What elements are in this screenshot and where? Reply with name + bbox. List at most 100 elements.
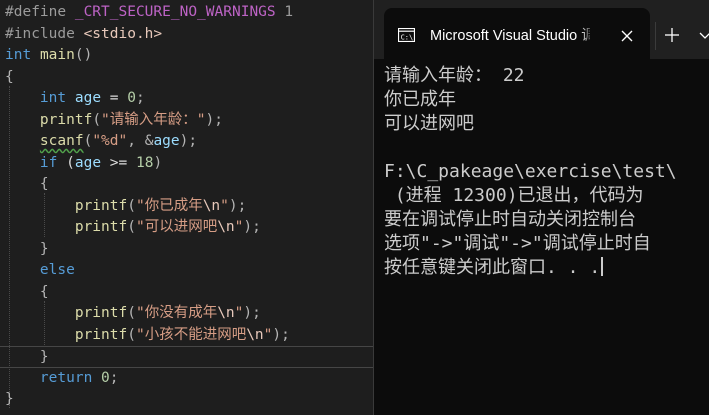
console-line: (进程 12300)已退出，代码为 [384,185,644,206]
code-token: 18 [135,154,154,171]
code-token: , [127,133,145,149]
code-line-text: int main() [5,45,92,67]
terminal-icon: C:\ [398,28,415,42]
code-line-text: printf("你已成年\n"); [5,196,247,218]
code-token: ); [243,219,261,235]
tab-title-fade [580,25,594,47]
code-token: "小孩不能进网吧 [135,326,247,343]
code-token: ; [136,90,145,106]
console-titlebar[interactable]: C:\ Microsoft Visual Studio 调试控制台 [374,0,709,59]
code-token: 0 [127,90,136,106]
code-token: ( [127,219,136,235]
desktop: #define _CRT_SECURE_NO_WARNINGS 1 #includ… [0,0,709,415]
code-token: ( [57,154,75,171]
code-token: " [220,197,229,214]
text-cursor [601,257,604,276]
plus-icon[interactable] [661,24,683,46]
code-token: int [5,47,32,63]
code-line-text: printf("你没有成年\n"); [5,303,261,325]
code-token: printf [74,219,128,235]
code-line-text: { [5,282,49,304]
console-line-prompt: 按任意键关闭此窗口. . . [384,256,709,280]
code-token: "可以进网吧 [135,219,218,235]
code-token: >= [101,154,136,171]
code-token: 1 [275,4,294,20]
svg-text:C:\: C:\ [401,33,414,41]
code-token: else [39,262,75,278]
code-token: printf [74,326,128,343]
code-token: { [39,176,49,192]
code-token: \n [246,326,264,343]
console-output[interactable]: 请输入年龄： 22 你已成年 可以进网吧 F:\C_pakeage\exerci… [384,64,709,280]
code-token: ); [228,197,247,214]
code-token: } [5,391,14,407]
console-line: 你已成年 [384,89,456,110]
code-token: () [74,47,93,63]
console-line: 可以进网吧 [384,113,474,134]
code-token: age [74,90,102,106]
code-token: #include [5,25,84,42]
code-token: #define [5,4,75,20]
console-line: F:\C_pakeage\exercise\test\ [384,161,677,182]
titlebar-divider [655,22,656,50]
code-token: { [5,68,14,85]
code-line-text: return 0; [5,368,119,390]
code-token: 0 [101,369,110,386]
code-line-text: { [5,67,14,89]
code-token: ( [127,305,136,321]
code-token: ); [205,111,223,128]
code-token: ( [127,197,136,214]
code-line-text: { [5,174,49,196]
console-prompt-text: 按任意键关闭此窗口. . . [384,257,601,278]
code-line-text: } [5,239,49,261]
code-token: _CRT_SECURE_NO_WARNINGS [74,4,276,20]
code-token: ( [83,133,93,149]
code-token: = [101,90,128,106]
code-token: main [39,47,75,63]
code-token: } [39,240,49,257]
code-token: ( [92,111,102,128]
close-icon[interactable] [616,25,638,47]
code-line-text: if (age >= 18) [5,153,162,175]
code-token: printf [74,197,128,214]
chevron-down-icon[interactable] [698,24,709,46]
code-token: int [39,90,67,106]
code-line-text: #include <stdio.h> [5,24,162,46]
code-line-text: printf("请输入年龄："); [5,110,223,132]
code-token: scanf [39,133,84,149]
console-tab[interactable]: C:\ Microsoft Visual Studio 调试控制台 [384,8,650,59]
code-token: \n [217,219,235,235]
code-token: ; [109,369,119,386]
code-token: age [74,154,102,171]
code-line-text: int age = 0; [5,88,145,110]
code-token: ); [272,326,290,343]
code-token: return [39,369,93,386]
console-line: 选项"->"调试"->"调试停止时自 [384,233,651,254]
code-token: ); [243,305,261,321]
code-line-text: printf("小孩不能进网吧\n"); [5,325,290,347]
code-line-text: printf("可以进网吧\n"); [5,217,261,239]
console-tab-title: Microsoft Visual Studio 调试控制台 [430,28,590,44]
code-line-text: scanf("%d", &age); [5,131,197,153]
code-token: } [39,349,49,365]
debug-console-window[interactable]: C:\ Microsoft Visual Studio 调试控制台 请输入年龄：… [373,0,709,415]
code-line-text: } [5,389,14,411]
code-token: \n [217,305,235,321]
code-token: <stdio.h> [83,25,163,42]
